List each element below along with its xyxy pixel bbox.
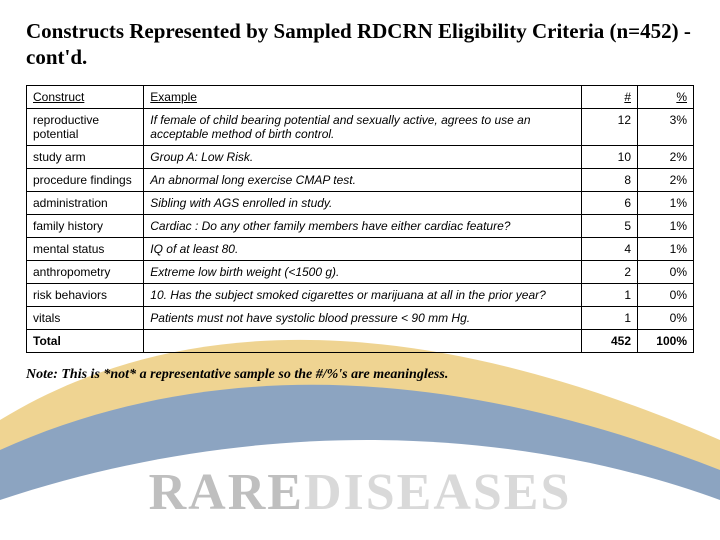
cell-total-empty: [144, 329, 582, 352]
col-count: #: [582, 85, 638, 108]
cell-example: 10. Has the subject smoked cigarettes or…: [144, 283, 582, 306]
constructs-table: Construct Example # % reproductive poten…: [26, 85, 694, 353]
table-row: anthropometryExtreme low birth weight (<…: [27, 260, 694, 283]
cell-construct: risk behaviors: [27, 283, 144, 306]
cell-pct: 2%: [638, 168, 694, 191]
cell-example: Patients must not have systolic blood pr…: [144, 306, 582, 329]
col-pct: %: [638, 85, 694, 108]
cell-construct: administration: [27, 191, 144, 214]
cell-total-pct: 100%: [638, 329, 694, 352]
table-row: reproductive potentialIf female of child…: [27, 108, 694, 145]
cell-count: 8: [582, 168, 638, 191]
table-row: family historyCardiac : Do any other fam…: [27, 214, 694, 237]
cell-pct: 3%: [638, 108, 694, 145]
cell-construct: vitals: [27, 306, 144, 329]
table-row: study armGroup A: Low Risk.102%: [27, 145, 694, 168]
cell-pct: 1%: [638, 214, 694, 237]
cell-count: 10: [582, 145, 638, 168]
cell-construct: procedure findings: [27, 168, 144, 191]
table-row: mental statusIQ of at least 80.41%: [27, 237, 694, 260]
cell-pct: 1%: [638, 237, 694, 260]
table-row: procedure findingsAn abnormal long exerc…: [27, 168, 694, 191]
cell-count: 4: [582, 237, 638, 260]
cell-count: 12: [582, 108, 638, 145]
cell-count: 1: [582, 283, 638, 306]
cell-example: Cardiac : Do any other family members ha…: [144, 214, 582, 237]
cell-construct: anthropometry: [27, 260, 144, 283]
slide-content: Constructs Represented by Sampled RDCRN …: [0, 0, 720, 393]
cell-pct: 0%: [638, 283, 694, 306]
col-example: Example: [144, 85, 582, 108]
cell-count: 6: [582, 191, 638, 214]
cell-example: Group A: Low Risk.: [144, 145, 582, 168]
cell-count: 1: [582, 306, 638, 329]
table-total-row: Total 452100%: [27, 329, 694, 352]
cell-construct: mental status: [27, 237, 144, 260]
cell-construct: study arm: [27, 145, 144, 168]
footnote: Note: This is *not* a representative sam…: [26, 367, 694, 383]
cell-example: IQ of at least 80.: [144, 237, 582, 260]
watermark-text: RAREDISEASES: [149, 463, 572, 522]
table-row: vitalsPatients must not have systolic bl…: [27, 306, 694, 329]
cell-count: 2: [582, 260, 638, 283]
cell-construct: reproductive potential: [27, 108, 144, 145]
cell-pct: 0%: [638, 260, 694, 283]
cell-example: Extreme low birth weight (<1500 g).: [144, 260, 582, 283]
cell-example: Sibling with AGS enrolled in study.: [144, 191, 582, 214]
cell-total-count: 452: [582, 329, 638, 352]
cell-pct: 2%: [638, 145, 694, 168]
cell-example: If female of child bearing potential and…: [144, 108, 582, 145]
col-construct: Construct: [27, 85, 144, 108]
table-row: risk behaviors10. Has the subject smoked…: [27, 283, 694, 306]
table-header-row: Construct Example # %: [27, 85, 694, 108]
slide-title: Constructs Represented by Sampled RDCRN …: [26, 18, 694, 71]
cell-pct: 0%: [638, 306, 694, 329]
cell-total-label: Total: [27, 329, 144, 352]
cell-count: 5: [582, 214, 638, 237]
cell-pct: 1%: [638, 191, 694, 214]
table-row: administrationSibling with AGS enrolled …: [27, 191, 694, 214]
cell-example: An abnormal long exercise CMAP test.: [144, 168, 582, 191]
cell-construct: family history: [27, 214, 144, 237]
